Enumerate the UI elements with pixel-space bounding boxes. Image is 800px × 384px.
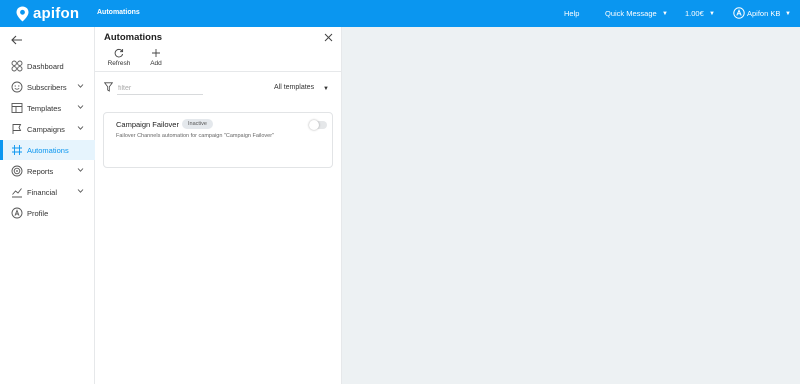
sidebar-item-automations[interactable]: Automations: [0, 140, 95, 160]
sidebar-item-label: Profile: [27, 209, 49, 218]
toggle-knob: [309, 120, 319, 130]
caret-down-icon[interactable]: ▼: [323, 86, 329, 92]
automation-name: Campaign Failover: [116, 120, 179, 129]
refresh-button[interactable]: Refresh: [104, 48, 134, 67]
sidebar-item-campaigns[interactable]: Campaigns: [0, 119, 95, 139]
section-title: Automations: [97, 9, 140, 16]
close-icon[interactable]: [324, 33, 333, 42]
sidebar-item-label: Automations: [27, 146, 69, 155]
back-arrow-icon[interactable]: [11, 35, 23, 45]
automation-card[interactable]: Campaign Failover Inactive Failover Chan…: [103, 112, 333, 168]
caret-down-icon[interactable]: ▼: [662, 11, 668, 17]
sidebar-item-profile[interactable]: Profile: [0, 203, 95, 223]
caret-down-icon[interactable]: ▼: [785, 11, 791, 17]
user-avatar-icon[interactable]: [733, 7, 745, 19]
chevron-down-icon: [77, 168, 84, 172]
profile-icon: [11, 207, 23, 219]
top-bar: apifon Automations Help Quick Message ▼ …: [0, 0, 800, 27]
automations-icon: [12, 145, 22, 155]
add-label: Add: [150, 60, 162, 67]
smiley-icon: [11, 81, 23, 93]
templates-icon: [11, 103, 23, 113]
panel-divider: [95, 71, 342, 72]
chevron-down-icon: [77, 105, 84, 109]
sidebar-item-label: Templates: [27, 104, 62, 113]
help-link[interactable]: Help: [564, 9, 579, 18]
chevron-down-icon: [77, 84, 84, 88]
panel-title: Automations: [104, 32, 163, 43]
brand-name: apifon: [33, 5, 80, 22]
refresh-label: Refresh: [107, 60, 131, 67]
apifon-logo[interactable]: apifon: [16, 5, 79, 22]
main-empty-area: [342, 27, 800, 384]
sidebar-item-label: Dashboard: [27, 62, 64, 71]
funnel-icon: [104, 82, 113, 92]
sidebar-item-financial[interactable]: Financial: [0, 182, 95, 202]
sidebar-item-dashboard[interactable]: Dashboard: [0, 56, 95, 76]
refresh-icon: [114, 48, 124, 58]
sidebar: Dashboard Subscribers Templates Campaign…: [0, 27, 95, 384]
status-badge: Inactive: [182, 119, 213, 129]
chevron-down-icon: [77, 126, 84, 130]
target-icon: [11, 165, 23, 177]
grid-icon: [11, 60, 23, 72]
plus-icon: [152, 49, 160, 57]
sidebar-item-reports[interactable]: Reports: [0, 161, 95, 181]
user-menu[interactable]: Apifon KB: [747, 9, 780, 18]
balance-menu[interactable]: 1.00€: [685, 9, 704, 18]
automations-panel: Automations Refresh Add All templates ▼: [95, 27, 342, 384]
chevron-down-icon: [77, 189, 84, 193]
quick-message-menu[interactable]: Quick Message: [605, 9, 657, 18]
sidebar-item-label: Subscribers: [27, 83, 67, 92]
sidebar-item-templates[interactable]: Templates: [0, 98, 95, 118]
sidebar-item-label: Campaigns: [27, 125, 65, 134]
sidebar-item-label: Reports: [27, 167, 54, 176]
enable-toggle[interactable]: [309, 120, 327, 130]
flag-icon: [12, 124, 22, 134]
add-button[interactable]: Add: [141, 48, 171, 67]
automation-description: Failover Channels automation for campaig…: [116, 133, 274, 139]
template-filter-select[interactable]: All templates: [274, 84, 314, 91]
filter-input[interactable]: [117, 82, 203, 95]
sidebar-item-label: Financial: [27, 188, 58, 197]
sidebar-item-subscribers[interactable]: Subscribers: [0, 77, 95, 97]
caret-down-icon[interactable]: ▼: [709, 11, 715, 17]
pin-logo-icon: [16, 6, 29, 21]
chart-icon: [12, 188, 22, 198]
